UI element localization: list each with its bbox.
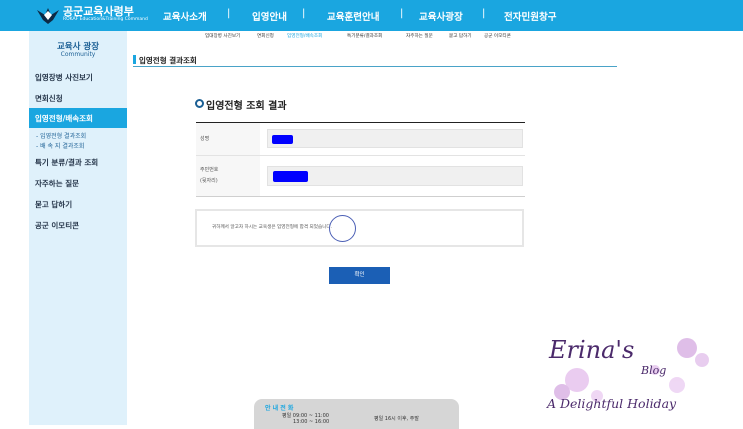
contact-info-title: 안 내 전 화 [265, 405, 294, 412]
subtab-photos[interactable]: 입대장병 사진보기 [205, 33, 240, 39]
nav-separator: | [302, 8, 306, 19]
sidebar-item-visit[interactable]: 면회신청 [35, 93, 63, 104]
watermark-line1: Erina's [548, 336, 634, 364]
nav-enlistment[interactable]: 입영안내 [252, 9, 287, 23]
ssn-value-field [267, 166, 523, 186]
contact-hours-line1: 평일 09:00 ~ 11:00 [282, 413, 329, 419]
air-force-emblem-icon[interactable] [36, 3, 60, 27]
sidebar-subitem-assignment[interactable]: - 배 속 지 결과조회 [36, 141, 84, 150]
logo-subtitle: ROKAF Education&Training Command [63, 17, 148, 22]
sidebar-item-emoticon[interactable]: 공군 이모티콘 [35, 220, 79, 231]
nav-about[interactable]: 교육사소개 [163, 9, 207, 23]
sidebar-item-faq[interactable]: 자주하는 질문 [35, 178, 79, 189]
nav-civil-service[interactable]: 전자민원창구 [504, 9, 556, 23]
subtab-qna[interactable]: 묻고 답하기 [449, 33, 472, 39]
sidebar-item-enlistment-result[interactable]: 입영전형/배속조회 [35, 113, 93, 124]
confirm-button[interactable]: 확인 [329, 267, 390, 284]
subtab-visit[interactable]: 면회신청 [257, 33, 274, 39]
watermark-line2: Blog [640, 364, 666, 377]
form-bottom-border [196, 196, 525, 197]
section-bullet-icon [195, 99, 204, 108]
sidebar-item-qna[interactable]: 묻고 답하기 [35, 199, 72, 210]
nav-separator: | [227, 8, 231, 19]
sidebar-subitem-enlistment[interactable]: - 입영전형 결과조회 [36, 131, 86, 140]
sidebar-item-photos[interactable]: 입영장병 사진보기 [35, 72, 93, 83]
ssn-redaction [273, 171, 308, 182]
nav-separator: | [482, 8, 486, 19]
nav-community[interactable]: 교육사광장 [419, 9, 463, 23]
page-title: 입영전형 결과조회 [139, 56, 197, 65]
subtab-enlistment-result[interactable]: 입영전형/배속조회 [287, 33, 322, 39]
blog-watermark-logo: Erina's Blog A Delightful Holiday [546, 336, 709, 411]
subtab-specialty[interactable]: 특기분류/결과조회 [347, 33, 382, 39]
subtab-emoticon[interactable]: 공군 이모티콘 [484, 33, 511, 39]
contact-hours-line2: 13:00 ~ 16:00 [293, 419, 330, 425]
ssn-label: 주민번호 [200, 167, 219, 173]
highlight-circle [329, 215, 356, 242]
section-title: 입영전형 조회 결과 [206, 101, 287, 112]
form-top-border [196, 122, 525, 123]
sidebar-item-specialty[interactable]: 특기 분류/결과 조회 [35, 157, 98, 168]
sidebar-subtitle: Community [60, 51, 96, 58]
name-redaction [272, 135, 293, 144]
name-label: 성명 [200, 136, 210, 142]
nav-training[interactable]: 교육훈련안내 [327, 9, 379, 23]
page-title-marker [133, 55, 136, 64]
ssn-label-sub: (뒷자리) [200, 178, 218, 184]
form-label-column [196, 123, 260, 196]
form-row-divider [196, 155, 525, 156]
contact-after-hours: 평일 16시 이후, 주말 [374, 416, 419, 422]
nav-separator: | [400, 8, 404, 19]
subtab-faq[interactable]: 자주하는 질문 [406, 33, 433, 39]
result-message: 귀하께서 알고자 하시는 교육생은 입영전형에 합격 되었습니다. [212, 225, 333, 230]
page-title-divider [133, 66, 617, 67]
name-value-field [267, 129, 523, 148]
watermark-line3: A Delightful Holiday [546, 396, 677, 411]
